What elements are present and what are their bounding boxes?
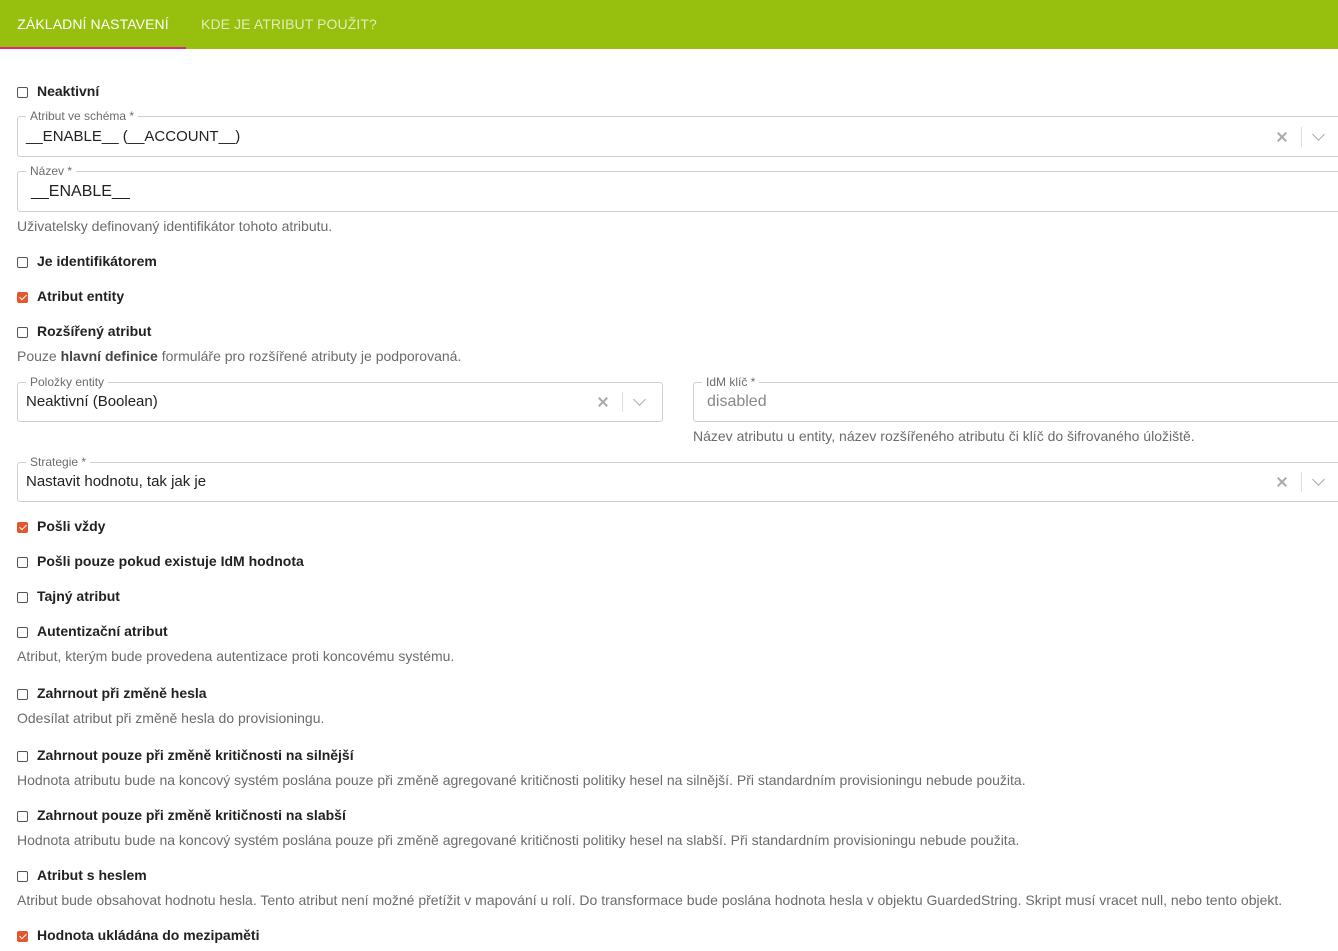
strategy-value: Nastavit hodnotu, tak jak je — [26, 473, 207, 490]
send-if-idm-value-label: Pošli pouze pokud existuje IdM hodnota — [37, 553, 304, 569]
entity-attribute-label: Atribut entity — [37, 288, 125, 304]
send-if-idm-value-row[interactable]: Pošli pouze pokud existuje IdM hodnota — [17, 551, 304, 571]
extended-attribute-row[interactable]: Rozšířený atribut — [17, 321, 151, 341]
send-always-label: Pošli vždy — [37, 518, 106, 534]
include-stronger-row[interactable]: Zahrnout pouze při změně kritičnosti na … — [17, 745, 354, 765]
chevron-down-icon[interactable] — [633, 393, 646, 406]
cached-value-checkbox[interactable] — [17, 931, 28, 942]
include-password-change-help: Odesílat atribut při změně hesla do prov… — [17, 710, 325, 726]
password-attribute-checkbox[interactable] — [17, 871, 28, 882]
clear-icon[interactable] — [1277, 132, 1287, 142]
name-field[interactable]: Název * __ENABLE__ — [17, 164, 1338, 212]
separator — [622, 392, 623, 412]
name-input[interactable]: __ENABLE__ — [31, 183, 130, 201]
entity-items-value: Neaktivní (Boolean) — [26, 393, 158, 410]
name-label: Název * — [26, 164, 77, 178]
secret-attribute-row[interactable]: Tajný atribut — [17, 586, 120, 606]
inactive-label: Neaktivní — [37, 83, 100, 99]
auth-attribute-row[interactable]: Autentizační atribut — [17, 621, 168, 641]
is-identifier-label: Je identifikátorem — [37, 253, 157, 269]
separator — [1301, 126, 1302, 147]
tab-where-used[interactable]: Kde je atribut použit? — [201, 0, 377, 49]
entity-attribute-checkbox[interactable] — [17, 292, 28, 303]
cached-value-label: Hodnota ukládána do mezipaměti — [37, 927, 260, 943]
inactive-checkbox[interactable] — [17, 87, 28, 98]
extended-attribute-label: Rozšířený atribut — [37, 323, 152, 339]
chevron-down-icon[interactable] — [1312, 127, 1325, 141]
include-weaker-help: Hodnota atributu bude na koncový systém … — [17, 832, 1020, 848]
idm-key-field[interactable]: IdM klíč * disabled — [693, 375, 1338, 422]
tab-basic-settings[interactable]: Základní nastavení — [0, 0, 186, 49]
include-weaker-label: Zahrnout pouze při změně kritičnosti na … — [37, 807, 346, 823]
auth-attribute-checkbox[interactable] — [17, 627, 28, 638]
strategy-select[interactable]: Strategie * Nastavit hodnotu, tak jak je — [17, 455, 1338, 502]
inactive-checkbox-row[interactable]: Neaktivní — [17, 81, 99, 101]
extended-help-suffix: formuláře pro rozšířené atributy je podp… — [157, 348, 462, 364]
auth-attribute-help: Atribut, kterým bude provedena autentiza… — [17, 648, 455, 664]
schema-attribute-label: Atribut ve schéma * — [26, 109, 139, 123]
include-stronger-help: Hodnota atributu bude na koncový systém … — [17, 772, 1026, 788]
include-password-change-label: Zahrnout při změně hesla — [37, 685, 207, 701]
idm-key-label: IdM klíč * — [702, 375, 760, 389]
password-attribute-help: Atribut bude obsahovat hodnotu hesla. Te… — [17, 892, 1283, 908]
clear-icon[interactable] — [1277, 477, 1287, 487]
include-password-change-row[interactable]: Zahrnout při změně hesla — [17, 683, 207, 703]
is-identifier-row[interactable]: Je identifikátorem — [17, 251, 157, 271]
password-attribute-label: Atribut s heslem — [37, 867, 147, 883]
extended-help-prefix: Pouze — [17, 348, 61, 364]
chevron-down-icon[interactable] — [1312, 473, 1325, 486]
idm-key-help: Název atributu u entity, název rozšířené… — [693, 428, 1195, 444]
cached-value-row[interactable]: Hodnota ukládána do mezipaměti — [17, 925, 259, 945]
include-weaker-row[interactable]: Zahrnout pouze při změně kritičnosti na … — [17, 805, 346, 825]
auth-attribute-label: Autentizační atribut — [37, 623, 168, 639]
password-attribute-row[interactable]: Atribut s heslem — [17, 865, 147, 885]
include-stronger-label: Zahrnout pouze při změně kritičnosti na … — [37, 747, 354, 763]
secret-attribute-checkbox[interactable] — [17, 592, 28, 603]
name-help: Uživatelsky definovaný identifikátor toh… — [17, 218, 333, 234]
is-identifier-checkbox[interactable] — [17, 257, 28, 268]
extended-attribute-help: Pouze hlavní definice formuláře pro rozš… — [17, 348, 461, 364]
schema-attribute-value: __ENABLE__ (__ACCOUNT__) — [26, 128, 241, 145]
separator — [1301, 472, 1302, 492]
entity-items-select[interactable]: Položky entity Neaktivní (Boolean) — [17, 375, 663, 422]
send-always-checkbox[interactable] — [17, 522, 28, 533]
entity-items-label: Položky entity — [26, 375, 109, 389]
include-weaker-checkbox[interactable] — [17, 811, 28, 822]
send-always-row[interactable]: Pošli vždy — [17, 516, 105, 536]
schema-attribute-select[interactable]: Atribut ve schéma * __ENABLE__ (__ACCOUN… — [17, 109, 1338, 157]
tab-bar: Základní nastavení Kde je atribut použit… — [0, 0, 1338, 49]
send-if-idm-value-checkbox[interactable] — [17, 557, 28, 568]
extended-help-bold: hlavní definice — [60, 348, 158, 364]
strategy-label: Strategie * — [26, 455, 91, 469]
extended-attribute-checkbox[interactable] — [17, 327, 28, 338]
idm-key-input[interactable]: disabled — [707, 393, 767, 411]
include-stronger-checkbox[interactable] — [17, 751, 28, 762]
clear-icon[interactable] — [598, 397, 608, 407]
secret-attribute-label: Tajný atribut — [37, 588, 120, 604]
include-password-change-checkbox[interactable] — [17, 689, 28, 700]
entity-attribute-row[interactable]: Atribut entity — [17, 286, 124, 306]
